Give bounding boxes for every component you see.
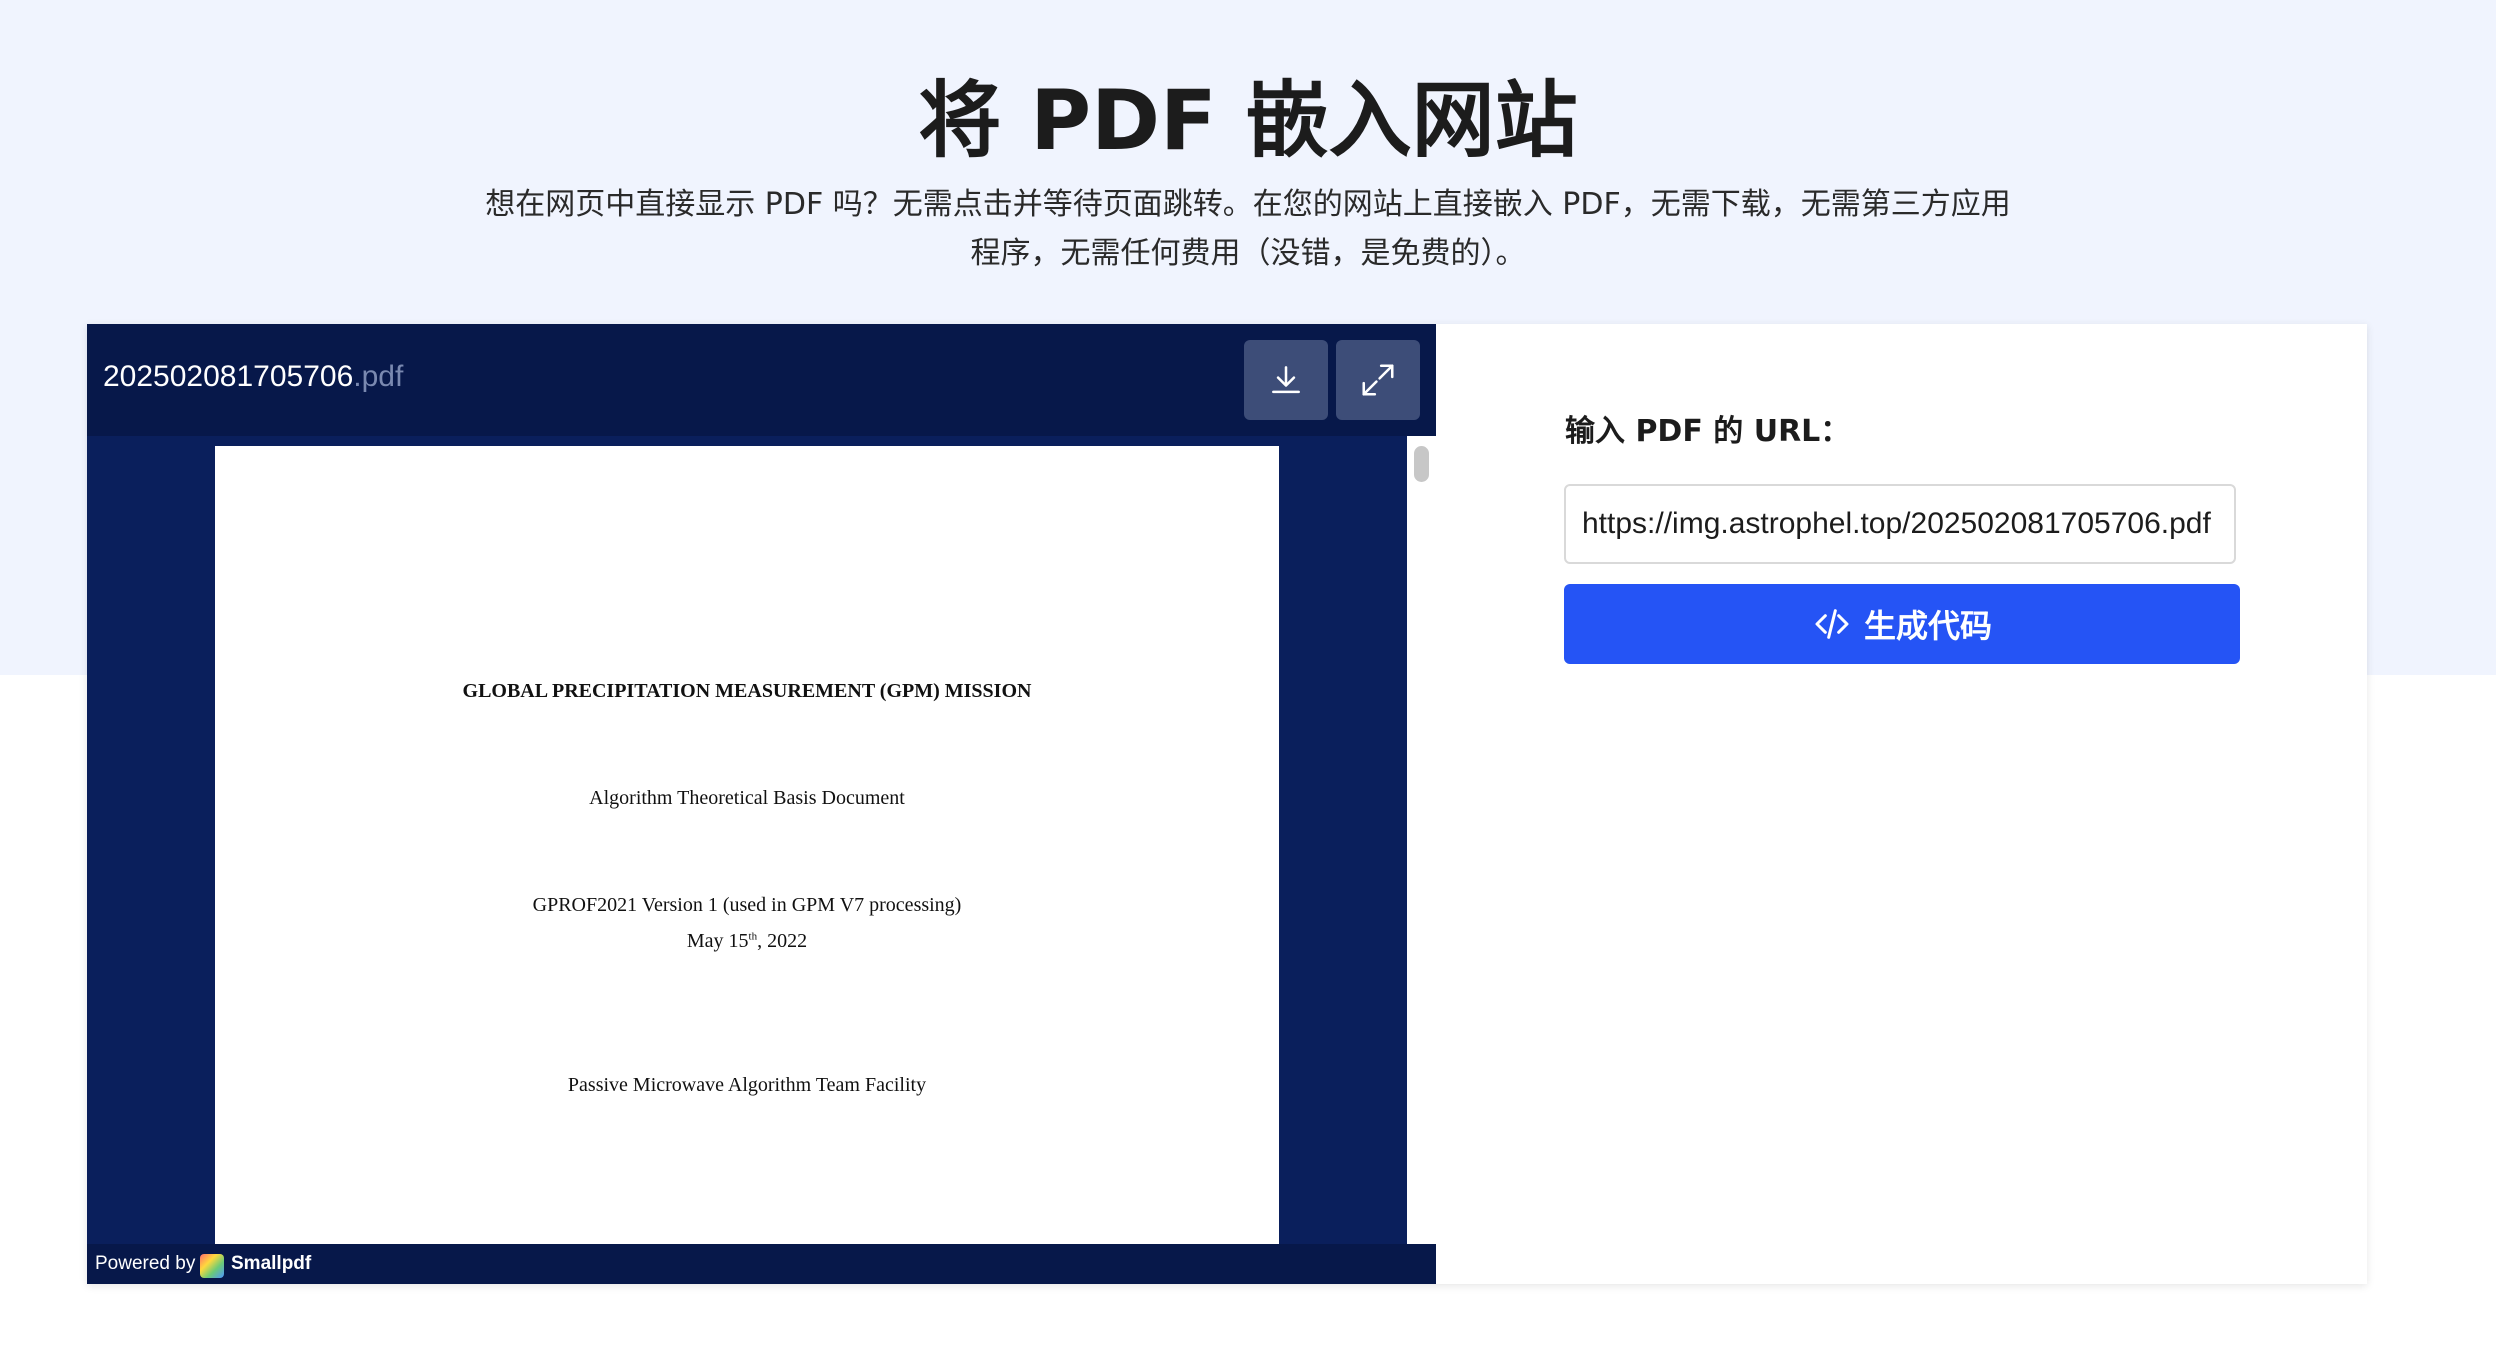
scrollbar-thumb[interactable] bbox=[1414, 446, 1429, 482]
viewer-scrollbar[interactable] bbox=[1407, 436, 1436, 1244]
page-subtitle: 想在网页中直接显示 PDF 吗？无需点击并等待页面跳转。在您的网站上直接嵌入 P… bbox=[418, 180, 2078, 278]
subtitle-line-1: 想在网页中直接显示 PDF 吗？无需点击并等待页面跳转。在您的网站上直接嵌入 P… bbox=[485, 187, 2011, 222]
file-name-base: 202502081705706 bbox=[103, 360, 354, 393]
file-extension: .pdf bbox=[353, 360, 404, 393]
powered-by-footer[interactable]: Powered by Smallpdf bbox=[87, 1244, 1436, 1284]
pdf-page: GLOBAL PRECIPITATION MEASUREMENT (GPM) M… bbox=[215, 446, 1279, 1244]
pdf-url-input[interactable] bbox=[1564, 484, 2236, 564]
code-icon bbox=[1815, 609, 1849, 639]
pdf-page-area[interactable]: GLOBAL PRECIPITATION MEASUREMENT (GPM) M… bbox=[87, 436, 1407, 1244]
file-name: 202502081705706.pdf bbox=[103, 360, 403, 394]
generate-code-button[interactable]: 生成代码 bbox=[1564, 584, 2240, 664]
expand-icon bbox=[1362, 364, 1394, 396]
embed-card: 202502081705706.pdf GLOBAL PRECIPITATION… bbox=[87, 324, 2367, 1284]
url-label: 输入 PDF 的 URL： bbox=[1565, 414, 1851, 449]
pdf-title: GLOBAL PRECIPITATION MEASUREMENT (GPM) M… bbox=[462, 680, 1032, 702]
powered-by-label: Powered by bbox=[95, 1253, 196, 1274]
pdf-date-superscript: th bbox=[748, 930, 758, 943]
fullscreen-button[interactable] bbox=[1336, 340, 1420, 420]
pdf-date-suffix: , 2022 bbox=[757, 930, 808, 952]
pdf-viewer: 202502081705706.pdf GLOBAL PRECIPITATION… bbox=[87, 324, 1436, 1284]
page-title: 将 PDF 嵌入网站 bbox=[918, 72, 1578, 169]
smallpdf-logo-icon bbox=[200, 1254, 224, 1278]
pdf-version: GPROF2021 Version 1 (used in GPM V7 proc… bbox=[532, 894, 962, 916]
subtitle-line-2: 程序，无需任何费用（没错，是免费的）。 bbox=[970, 236, 1526, 271]
pdf-date: May 15th, 2022 bbox=[215, 930, 1279, 953]
download-button[interactable] bbox=[1244, 340, 1328, 420]
smallpdf-brand: Smallpdf bbox=[231, 1253, 312, 1274]
pdf-facility: Passive Microwave Algorithm Team Facilit… bbox=[567, 1074, 927, 1096]
pdf-date-prefix: May 15 bbox=[686, 930, 749, 952]
pdf-subtitle: Algorithm Theoretical Basis Document bbox=[589, 787, 905, 809]
generate-code-label: 生成代码 bbox=[1863, 607, 1992, 645]
download-icon bbox=[1272, 366, 1300, 394]
viewer-toolbar: 202502081705706.pdf bbox=[87, 324, 1436, 436]
